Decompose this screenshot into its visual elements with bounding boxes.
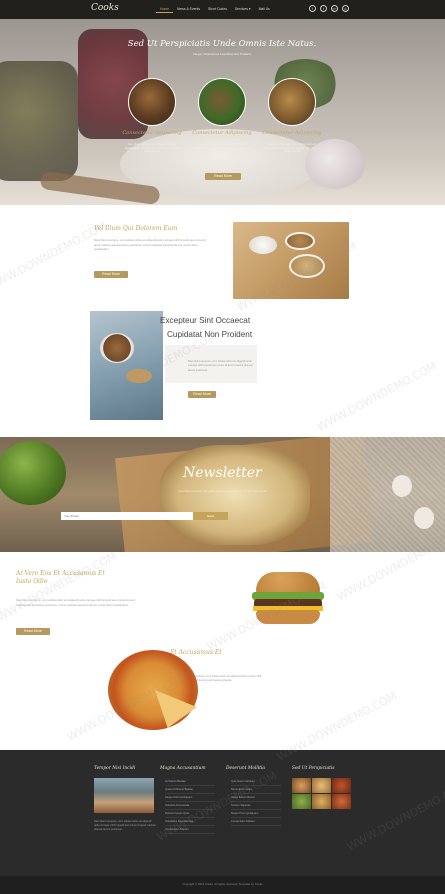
about-heading: Vel Illum Qui Dolorem Eum	[94, 225, 178, 232]
watermark: WWW.DOWNDEMO.COM	[0, 549, 119, 624]
footer-col4-title: Sed Ut Perspiciatis	[292, 766, 335, 771]
feature-text-3: Nam libero tempore, cum soluta nobis est…	[264, 143, 320, 153]
top-navigation: Cooks Home News & Events Short Codes Ser…	[0, 0, 445, 19]
footer-link[interactable]: Consectetur Adipisci	[165, 826, 215, 834]
services-read-more-button[interactable]: Read More	[16, 628, 50, 635]
footer-link[interactable]: Dolorem Ipsum Quia	[165, 810, 215, 818]
hero-banner: Sed Ut Perspiciatis Unde Omnis Iste Natu…	[0, 19, 445, 205]
footer-col1-text: Nam libero tempore, cum soluta nobis est…	[94, 820, 156, 832]
about2-read-more-button[interactable]: Read More	[188, 391, 216, 398]
burger-image	[250, 572, 326, 630]
gallery-thumbnail[interactable]	[292, 778, 311, 793]
feature-image-1	[128, 78, 176, 126]
footer-link[interactable]: Quis Autem Vel Eum	[231, 778, 281, 786]
feature-title-2: Consectetur Adipiscing	[192, 130, 252, 136]
gallery-thumbnail[interactable]	[332, 794, 351, 809]
jar-image	[0, 61, 78, 181]
feature-text-1: Nam libero tempore, cum soluta nobis est…	[124, 143, 180, 153]
about2-heading-line1: Excepteur Sint Occaecat	[160, 316, 251, 325]
garlic-image	[392, 475, 412, 497]
footer-col2-links: Architecto Beatae Quasi Architecto Beata…	[165, 778, 215, 834]
pizza-image	[108, 650, 198, 730]
twitter-icon[interactable]: t	[320, 5, 327, 12]
feature-title-3: Consectetur Adipiscing	[262, 130, 322, 136]
instagram-icon[interactable]: ◎	[342, 5, 349, 12]
lime-image	[0, 441, 66, 505]
about-read-more-button[interactable]: Read More	[94, 271, 128, 278]
footer: Tempor Nisi Incidi Nam libero tempore, c…	[0, 750, 445, 876]
footer-link[interactable]: Quasi Architecto Beatae	[165, 786, 215, 794]
services-text: Nam libero tempore, cum soluta nobis est…	[16, 598, 135, 607]
nav-item-home[interactable]: Home	[156, 6, 174, 13]
copyright-bar: Copyright © 2016 Cooks. All rights reser…	[0, 876, 445, 894]
facebook-icon[interactable]: f	[309, 5, 316, 12]
watermark: WWW.DOWNDEMO.COM	[0, 219, 109, 294]
services-heading-2: Et Accusamus Et	[170, 649, 222, 656]
newsletter-section: Newsletter Nam libero tempore, cum solut…	[0, 437, 445, 552]
nav-menu: Home News & Events Short Codes Services …	[156, 6, 274, 13]
footer-link[interactable]: Voluptas Assumenda	[165, 802, 215, 810]
nav-item-news-events[interactable]: News & Events	[173, 6, 204, 13]
about-image-nuts	[233, 222, 349, 299]
nav-item-short-codes[interactable]: Short Codes	[204, 6, 231, 13]
footer-link[interactable]: Nemo Enim Ipsam	[231, 786, 281, 794]
site-logo[interactable]: Cooks	[91, 3, 119, 13]
noodles-image	[160, 445, 310, 545]
footer-link[interactable]: Neque Porro Quisquam	[165, 794, 215, 802]
hero-subheading: Integer Sit Euismod Cupidatat Non Proide…	[192, 52, 252, 56]
footer-link[interactable]: Voluptates Repudiandae	[165, 818, 215, 826]
google-plus-icon[interactable]: g+	[331, 5, 338, 12]
nav-item-mail-us[interactable]: Mail Us	[255, 6, 274, 13]
copyright-text: Copyright © 2016 Cooks. All rights reser…	[182, 882, 263, 886]
hero-read-more-button[interactable]: Read More	[205, 173, 241, 180]
nav-item-services[interactable]: Services ▾	[231, 6, 255, 13]
gallery-thumbnail[interactable]	[332, 778, 351, 793]
footer-link[interactable]: Neque Porro Quisquam	[231, 810, 281, 818]
feature-text-2: Nam libero tempore, cum soluta nobis est…	[194, 143, 250, 153]
social-icons: f t g+ ◎	[309, 5, 349, 12]
about2-text: Nam libero tempore, cum soluta nobis est…	[188, 360, 253, 372]
newsletter-email-input[interactable]	[61, 512, 193, 520]
footer-link[interactable]: Itaque Earum Rerum	[231, 794, 281, 802]
footer-col3-links: Quis Autem Vel Eum Nemo Enim Ipsam Itaqu…	[231, 778, 281, 826]
feature-image-3	[268, 78, 316, 126]
footer-link[interactable]: Architecto Beatae	[165, 778, 215, 786]
garlic-image	[414, 507, 434, 529]
footer-col3-title: Deserunt Mollitia	[226, 766, 266, 771]
footer-gallery	[292, 778, 352, 809]
footer-link[interactable]: Tenetur Sapiente	[231, 802, 281, 810]
footer-col1-title: Tempor Nisi Incidi	[94, 766, 136, 771]
gallery-thumbnail[interactable]	[312, 778, 331, 793]
footer-col1-image	[94, 778, 154, 813]
hero-heading: Sed Ut Perspiciatis Unde Omnis Iste Natu…	[127, 39, 317, 49]
newsletter-send-button[interactable]: Send	[193, 512, 228, 520]
feature-image-2	[198, 78, 246, 126]
footer-link[interactable]: Consectetur Adipisci	[231, 818, 281, 826]
cloth-image	[330, 437, 445, 552]
gallery-thumbnail[interactable]	[292, 794, 311, 809]
newsletter-text: Nam libero tempore, cum soluta nobis est…	[178, 490, 267, 493]
watermark: WWW.DOWNDEMO.COM	[314, 359, 439, 434]
newsletter-title: Newsletter	[183, 465, 262, 481]
gallery-thumbnail[interactable]	[312, 794, 331, 809]
footer-col2-title: Magna Accusantium	[160, 766, 206, 771]
services-heading: At Vero Eos Et Accusamus Et Iusto Odio	[16, 570, 105, 585]
about2-heading-line2: Cupidatat Non Proident	[167, 330, 253, 339]
about-text: Nam libero tempore, cum soluta nobis est…	[94, 238, 206, 252]
feature-title-1: Consectetur Adipiscing	[122, 130, 182, 136]
about2-image-bowl	[90, 311, 163, 420]
